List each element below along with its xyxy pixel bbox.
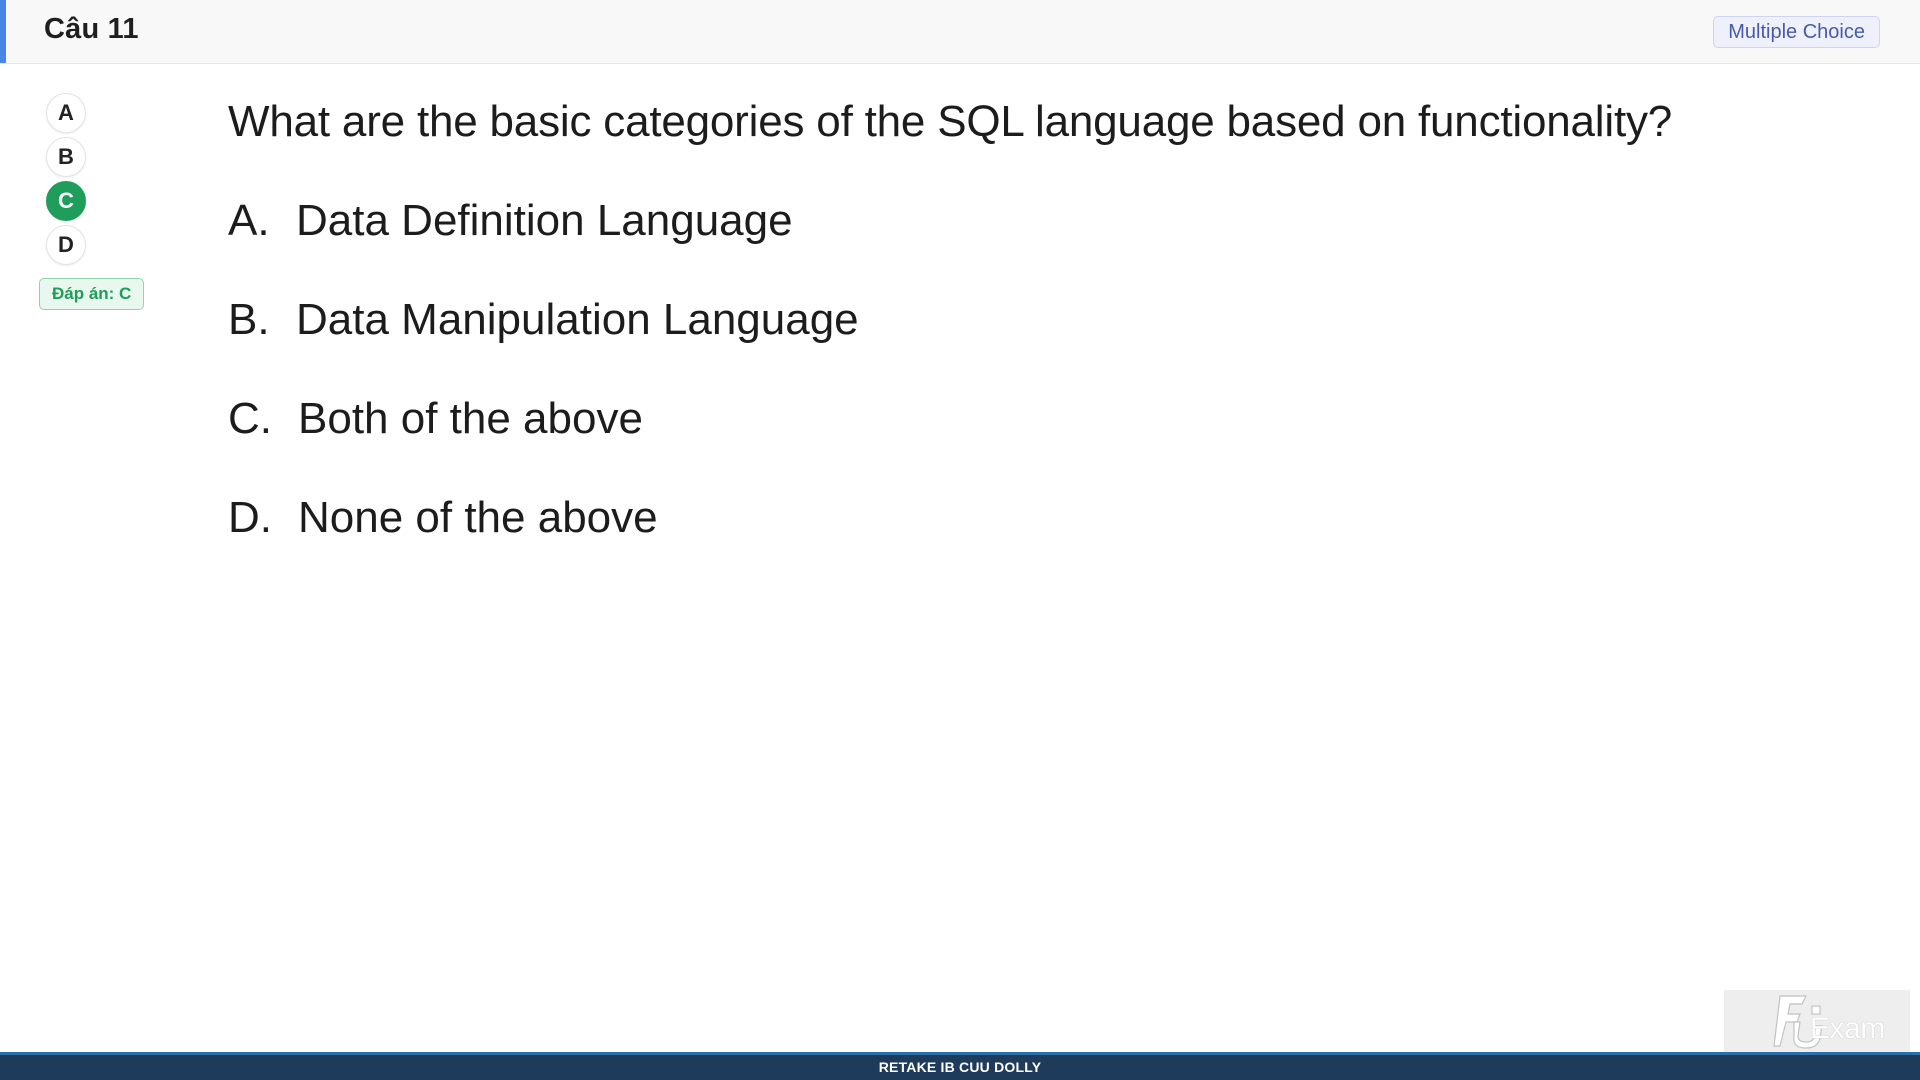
logo-text: Exam bbox=[1810, 1012, 1885, 1045]
choice-button-d[interactable]: D bbox=[46, 225, 86, 265]
option-letter: C. bbox=[228, 394, 272, 443]
footer-banner: RETAKE IB CUU DOLLY bbox=[0, 1052, 1920, 1080]
correct-answer-badge: Đáp án: C bbox=[39, 278, 145, 310]
option-text: Both of the above bbox=[298, 394, 643, 443]
option-a: A. Data Definition Language bbox=[228, 196, 793, 246]
question-header: Câu 11 Multiple Choice bbox=[0, 0, 1920, 64]
option-text: None of the above bbox=[298, 493, 658, 542]
question-type-badge: Multiple Choice bbox=[1713, 16, 1880, 48]
choice-button-c[interactable]: C bbox=[46, 181, 86, 221]
choice-button-b[interactable]: B bbox=[46, 137, 86, 177]
option-text: Data Manipulation Language bbox=[296, 295, 859, 344]
option-b: B. Data Manipulation Language bbox=[228, 295, 859, 345]
option-letter: A. bbox=[228, 196, 270, 245]
choice-button-a[interactable]: A bbox=[46, 93, 86, 133]
option-d: D. None of the above bbox=[228, 493, 658, 543]
option-text: Data Definition Language bbox=[296, 196, 793, 245]
exam-logo: Exam bbox=[1724, 990, 1910, 1052]
option-c: C. Both of the above bbox=[228, 394, 643, 444]
question-text: What are the basic categories of the SQL… bbox=[228, 97, 1673, 146]
option-letter: D. bbox=[228, 493, 272, 542]
header-accent-bar bbox=[0, 0, 6, 63]
question-number-title: Câu 11 bbox=[44, 13, 139, 45]
option-letter: B. bbox=[228, 295, 270, 344]
question-content: What are the basic categories of the SQL… bbox=[228, 63, 1728, 563]
